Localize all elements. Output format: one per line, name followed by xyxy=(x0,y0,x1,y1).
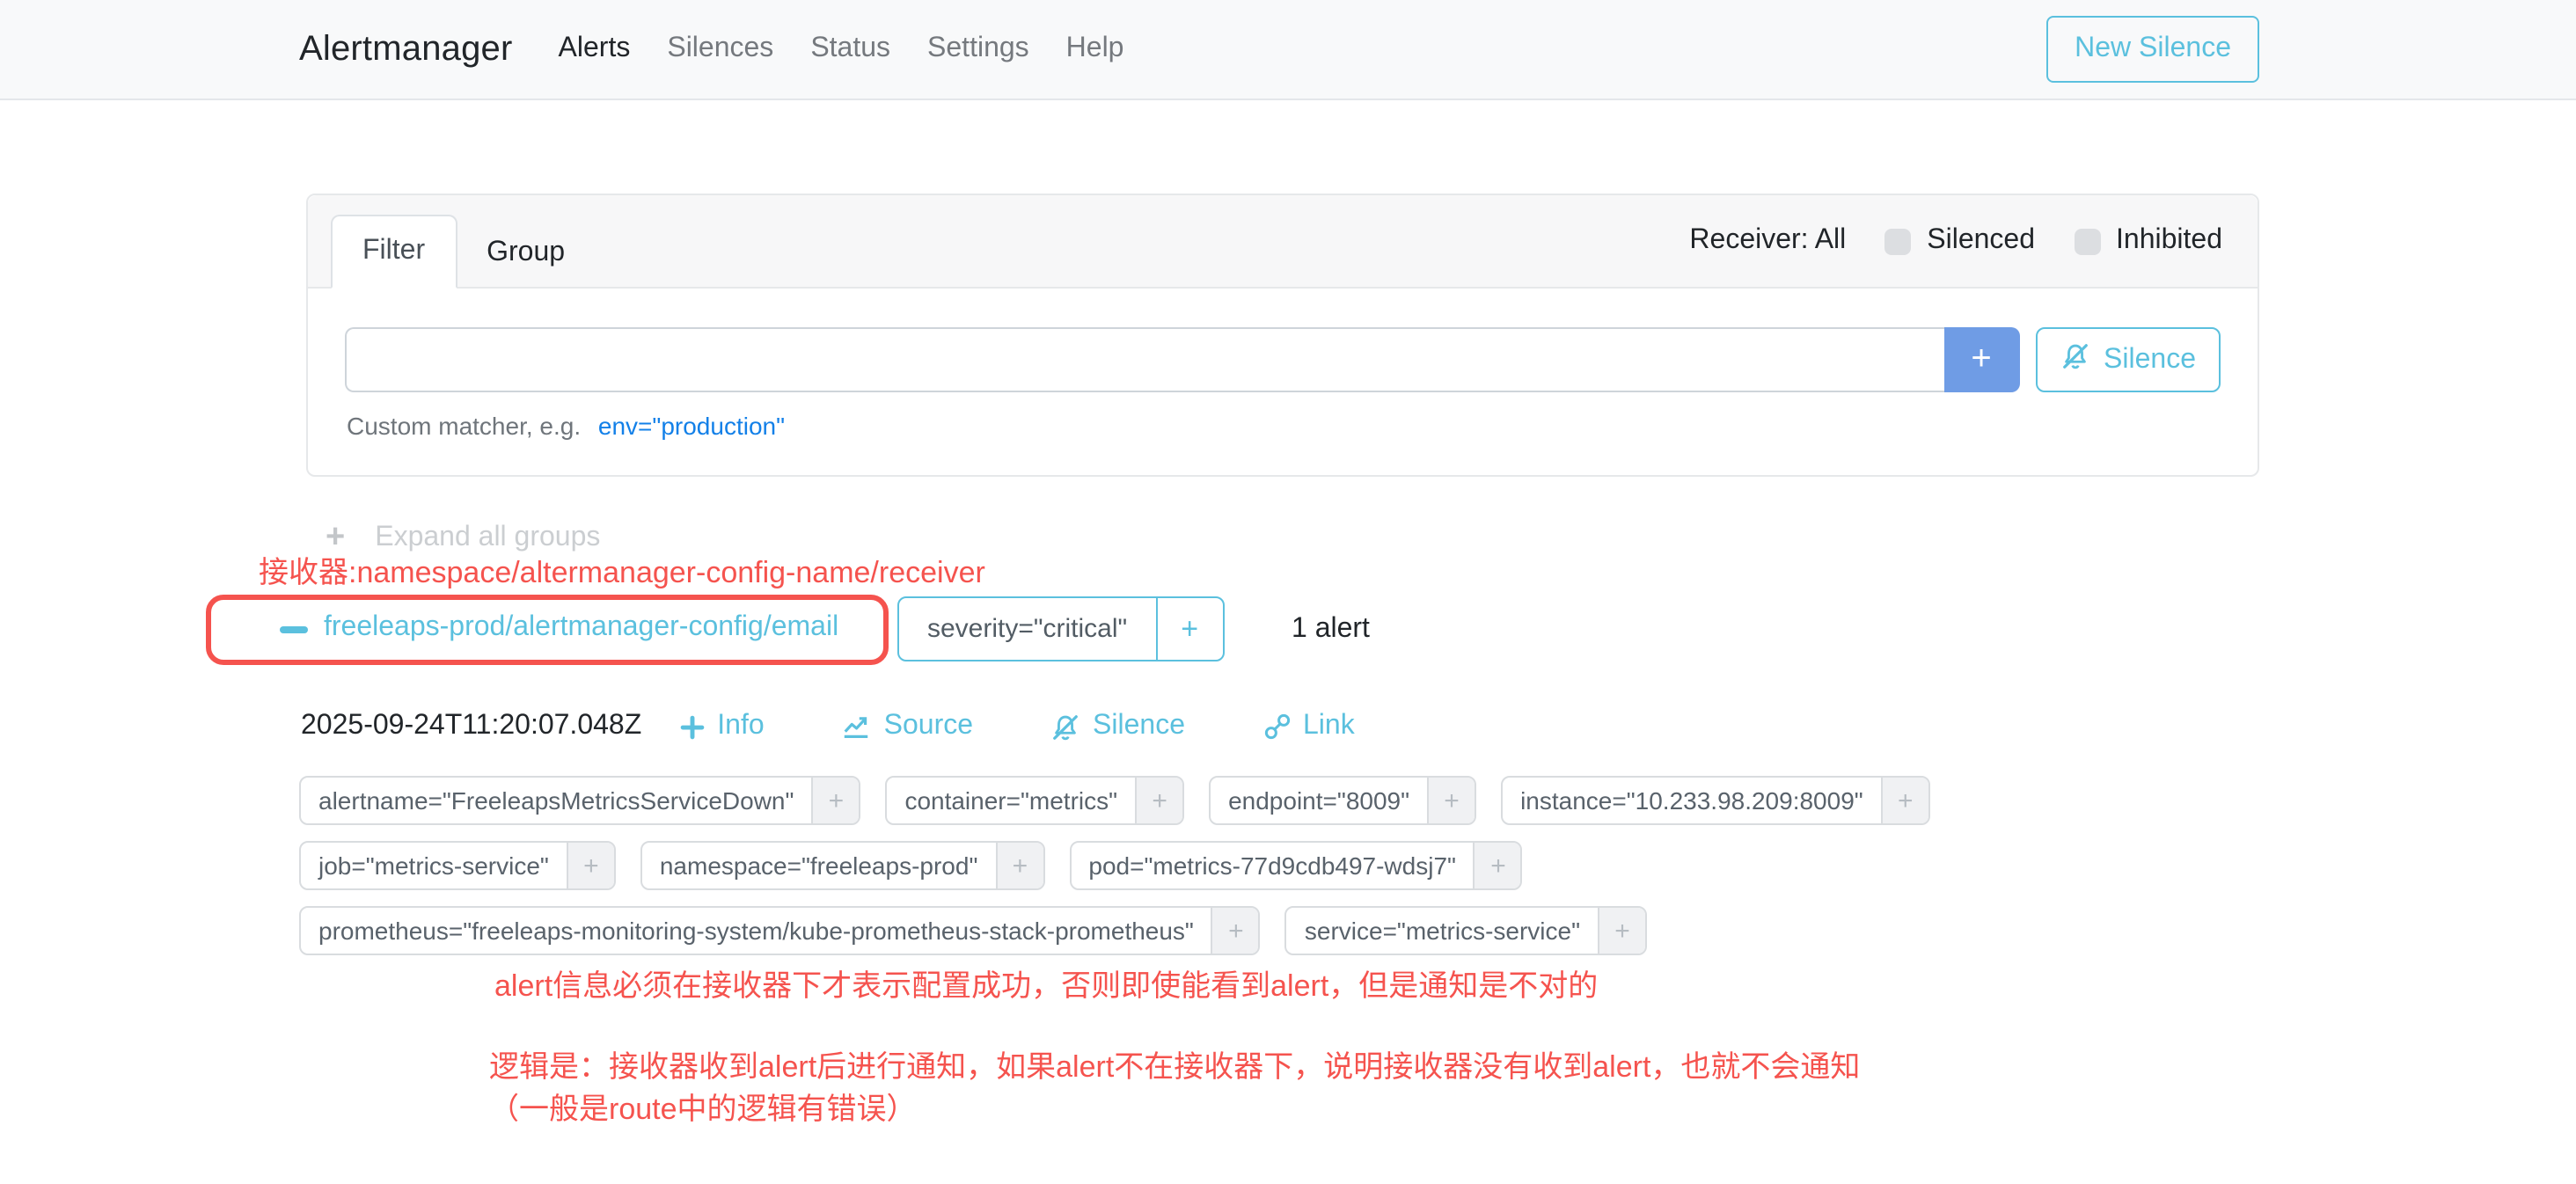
filter-checkbox-group[interactable]: Silenced xyxy=(1884,225,2035,257)
checkbox-label: Silenced xyxy=(1927,225,2035,257)
alert-label-text[interactable]: alertname="FreeleapsMetricsServiceDown" xyxy=(301,778,811,823)
action-label: Info xyxy=(717,711,764,742)
new-silence-button[interactable]: New Silence xyxy=(2046,16,2259,83)
bell-slash-icon xyxy=(1050,712,1080,742)
alert-label-pill: namespace="freeleaps-prod" + xyxy=(640,841,1045,890)
receiver-filter-label[interactable]: Receiver: All xyxy=(1689,225,1846,257)
alert-label-pill: job="metrics-service" + xyxy=(299,841,616,890)
checkbox[interactable] xyxy=(2074,228,2100,254)
expand-all-label: Expand all groups xyxy=(375,522,600,553)
nav-link[interactable]: Status xyxy=(810,33,890,65)
severity-matcher-label[interactable]: severity="critical" xyxy=(899,598,1155,660)
helper-text: Custom matcher, e.g. xyxy=(347,412,581,440)
alertmanager-page: Alertmanager Alerts Silences Status Setting… xyxy=(0,0,2576,1184)
label-row: job="metrics-service" + namespace="freel… xyxy=(299,841,1930,890)
add-label-matcher-button[interactable]: + xyxy=(1474,843,1521,888)
action-label: Link xyxy=(1303,711,1355,742)
label-row: alertname="FreeleapsMetricsServiceDown" … xyxy=(299,776,1930,825)
alert-label-pill: prometheus="freeleaps-monitoring-system/… xyxy=(299,906,1261,955)
top-navbar: Alertmanager Alerts Silences Status Setting… xyxy=(0,0,2576,100)
annotation-receiver-note: 接收器:namespace/altermanager-config-name/r… xyxy=(259,552,985,595)
alert-label-pill: pod="metrics-77d9cdb497-wdsj7" + xyxy=(1069,841,1523,890)
expand-all-groups[interactable]: + Expand all groups xyxy=(326,521,600,554)
filter-checkbox-group[interactable]: Inhibited xyxy=(2074,225,2222,257)
helper-example-link[interactable]: env="production" xyxy=(598,412,785,440)
alert-label-text[interactable]: service="metrics-service" xyxy=(1287,908,1598,954)
alert-action-link[interactable]: Link xyxy=(1262,711,1355,742)
severity-matcher-chip: severity="critical" + xyxy=(897,596,1224,661)
action-label: Source xyxy=(884,711,973,742)
annotation-logic-note: 逻辑是：接收器收到alert后进行通知，如果alert不在接收器下，说明接收器没… xyxy=(489,1047,1860,1131)
filter-card-body: + Silence Custom matcher, e.g. env="prod… xyxy=(308,289,2258,440)
collapse-minus-icon[interactable] xyxy=(280,626,308,633)
nav-links: Alerts Silences Status Settings Help xyxy=(559,33,1124,65)
add-label-matcher-button[interactable]: + xyxy=(1881,778,1928,823)
app-brand[interactable]: Alertmanager xyxy=(299,29,513,69)
alert-labels: alertname="FreeleapsMetricsServiceDown" … xyxy=(299,776,1930,955)
alert-label-text[interactable]: endpoint="8009" xyxy=(1211,778,1427,823)
alert-action-link[interactable]: Silence xyxy=(1050,711,1185,742)
tab[interactable]: Group xyxy=(457,218,595,289)
alert-header-row: 2025-09-24T11:20:07.048Z Info Source Sil… xyxy=(301,711,1355,742)
silence-filter-button[interactable]: Silence xyxy=(2035,327,2221,392)
alert-label-text[interactable]: pod="metrics-77d9cdb497-wdsj7" xyxy=(1071,843,1474,888)
annotation-logic-line2: （一般是route中的逻辑有错误） xyxy=(489,1089,1860,1131)
tab[interactable]: Filter xyxy=(331,215,457,289)
matcher-input[interactable] xyxy=(345,327,1943,392)
filter-card-header: FilterGroup Receiver: All Silenced Inhib… xyxy=(308,195,2258,289)
link-icon xyxy=(1262,713,1291,741)
add-label-matcher-button[interactable]: + xyxy=(1598,908,1645,954)
filter-tabs: FilterGroup xyxy=(331,215,595,289)
alert-label-pill: alertname="FreeleapsMetricsServiceDown" … xyxy=(299,776,860,825)
alert-label-text[interactable]: namespace="freeleaps-prod" xyxy=(642,843,996,888)
matcher-helper: Custom matcher, e.g. env="production" xyxy=(345,412,2221,440)
add-matcher-button[interactable]: + xyxy=(1943,327,2019,392)
add-label-matcher-button[interactable]: + xyxy=(1427,778,1475,823)
action-label: Silence xyxy=(1093,711,1185,742)
label-row: prometheus="freeleaps-monitoring-system/… xyxy=(299,906,1930,955)
alert-label-text[interactable]: prometheus="freeleaps-monitoring-system/… xyxy=(301,908,1211,954)
bell-slash-icon xyxy=(2060,340,2089,379)
alert-label-pill: instance="10.233.98.209:8009" + xyxy=(1501,776,1930,825)
alert-label-text[interactable]: container="metrics" xyxy=(887,778,1135,823)
nav-link[interactable]: Settings xyxy=(927,33,1029,65)
filter-card: FilterGroup Receiver: All Silenced Inhib… xyxy=(306,194,2259,477)
receiver-group-link[interactable]: freeleaps-prod/alertmanager-config/email xyxy=(324,612,838,644)
alert-label-text[interactable]: job="metrics-service" xyxy=(301,843,567,888)
annotation-alert-note: alert信息必须在接收器下才表示配置成功，否则即使能看到alert，但是通知是… xyxy=(494,966,1598,1008)
alert-label-pill: endpoint="8009" + xyxy=(1209,776,1476,825)
add-label-matcher-button[interactable]: + xyxy=(995,843,1043,888)
alert-action-link[interactable]: Info xyxy=(678,711,764,742)
alert-timestamp: 2025-09-24T11:20:07.048Z xyxy=(301,711,641,742)
plus-icon xyxy=(678,713,705,740)
filter-header-controls: Receiver: All Silenced Inhibited xyxy=(1689,195,2222,287)
alert-label-pill: container="metrics" + xyxy=(885,776,1184,825)
plus-icon: + xyxy=(326,521,345,554)
alert-label-text[interactable]: instance="10.233.98.209:8009" xyxy=(1503,778,1881,823)
checkbox-label: Inhibited xyxy=(2116,225,2222,257)
silence-filter-label: Silence xyxy=(2104,344,2196,376)
annotation-logic-line1: 逻辑是：接收器收到alert后进行通知，如果alert不在接收器下，说明接收器没… xyxy=(489,1047,1860,1089)
add-label-matcher-button[interactable]: + xyxy=(811,778,859,823)
add-severity-matcher-button[interactable]: + xyxy=(1155,598,1222,660)
alert-label-pill: service="metrics-service" + xyxy=(1285,906,1647,955)
nav-link[interactable]: Help xyxy=(1066,33,1124,65)
matcher-row: + Silence xyxy=(345,327,2221,392)
add-label-matcher-button[interactable]: + xyxy=(1135,778,1182,823)
add-label-matcher-button[interactable]: + xyxy=(567,843,614,888)
alert-action-link[interactable]: Source xyxy=(842,711,973,742)
add-label-matcher-button[interactable]: + xyxy=(1211,908,1259,954)
checkbox[interactable] xyxy=(1884,228,1911,254)
chart-line-icon xyxy=(842,712,872,742)
nav-link[interactable]: Alerts xyxy=(559,33,631,65)
alert-actions: Info Source Silence Link xyxy=(678,711,1354,742)
alert-count: 1 alert xyxy=(1292,614,1370,646)
nav-link[interactable]: Silences xyxy=(667,33,773,65)
